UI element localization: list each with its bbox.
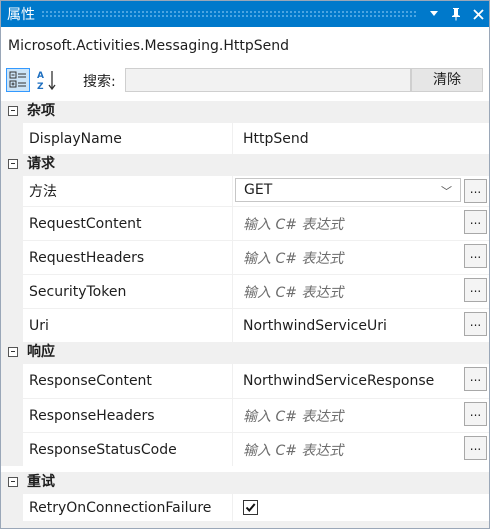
property-row-retryonconnectionfailure[interactable]: RetryOnConnectionFailure bbox=[23, 493, 489, 521]
categorized-view-icon[interactable] bbox=[6, 68, 30, 92]
property-row-displayname[interactable]: DisplayName HttpSend bbox=[23, 122, 489, 154]
property-name: ResponseStatusCode bbox=[23, 433, 233, 466]
category-request[interactable]: 请求 bbox=[1, 154, 489, 175]
expression-input[interactable]: 输入 C# 表达式 bbox=[234, 241, 489, 274]
expression-input[interactable]: 输入 C# 表达式 bbox=[234, 275, 489, 308]
collapse-icon[interactable] bbox=[8, 159, 18, 169]
ellipsis-button[interactable]: ... bbox=[464, 402, 487, 426]
category-label: 请求 bbox=[27, 156, 55, 172]
property-row-responseheaders[interactable]: ResponseHeaders 输入 C# 表达式 ... bbox=[23, 398, 489, 432]
checkmark-icon bbox=[245, 503, 256, 513]
ellipsis-button[interactable]: ... bbox=[464, 278, 487, 302]
property-grid: 杂项 DisplayName HttpSend 请求 方法 GET ﹀ ... … bbox=[1, 101, 489, 521]
ellipsis-button[interactable]: ... bbox=[464, 244, 487, 268]
category-response[interactable]: 响应 bbox=[1, 342, 489, 363]
category-retry[interactable]: 重试 bbox=[1, 472, 489, 493]
property-name: RetryOnConnectionFailure bbox=[23, 494, 233, 521]
ellipsis-button[interactable]: ... bbox=[464, 179, 487, 203]
property-row-securitytoken[interactable]: SecurityToken 输入 C# 表达式 ... bbox=[23, 274, 489, 308]
sort-alphabetical-icon[interactable]: A Z bbox=[35, 68, 59, 92]
ellipsis-button[interactable]: ... bbox=[464, 436, 487, 460]
properties-window: 属性 Microsoft.Activities.Messaging.HttpSe… bbox=[0, 0, 490, 529]
svg-text:Z: Z bbox=[37, 82, 44, 92]
property-name: ResponseHeaders bbox=[23, 399, 233, 432]
category-misc[interactable]: 杂项 bbox=[1, 101, 489, 122]
property-name: RequestHeaders bbox=[23, 241, 233, 274]
dropdown-icon[interactable] bbox=[423, 1, 445, 27]
title-bar[interactable]: 属性 bbox=[1, 1, 489, 27]
object-type-label: Microsoft.Activities.Messaging.HttpSend bbox=[8, 38, 289, 54]
pin-icon[interactable] bbox=[445, 1, 467, 27]
collapse-icon[interactable] bbox=[8, 477, 18, 487]
property-row-method[interactable]: 方法 GET ﹀ ... bbox=[23, 175, 489, 206]
method-select-value: GET bbox=[244, 182, 273, 198]
retry-checkbox[interactable] bbox=[243, 500, 258, 515]
close-icon[interactable] bbox=[467, 1, 489, 27]
property-name: SecurityToken bbox=[23, 275, 233, 308]
property-name: Uri bbox=[23, 309, 233, 342]
drag-grip[interactable] bbox=[41, 10, 417, 18]
property-row-responsestatuscode[interactable]: ResponseStatusCode 输入 C# 表达式 ... bbox=[23, 432, 489, 466]
property-row-uri[interactable]: Uri NorthwindServiceUri ... bbox=[23, 308, 489, 342]
method-select[interactable]: GET ﹀ bbox=[235, 178, 461, 202]
ellipsis-button[interactable]: ... bbox=[464, 367, 487, 391]
property-name: RequestContent bbox=[23, 207, 233, 240]
ellipsis-button[interactable]: ... bbox=[464, 312, 487, 336]
category-label: 杂项 bbox=[27, 103, 55, 119]
collapse-icon[interactable] bbox=[8, 347, 18, 357]
svg-text:A: A bbox=[37, 71, 44, 81]
category-label: 重试 bbox=[27, 474, 55, 490]
property-row-requestheaders[interactable]: RequestHeaders 输入 C# 表达式 ... bbox=[23, 240, 489, 274]
property-row-responsecontent[interactable]: ResponseContent NorthwindServiceResponse… bbox=[23, 363, 489, 398]
expression-input[interactable]: 输入 C# 表达式 bbox=[234, 399, 489, 432]
property-name: DisplayName bbox=[23, 123, 233, 154]
clear-button[interactable]: 清除 bbox=[411, 68, 483, 92]
toolbar: A Z 搜索: 清除 bbox=[1, 65, 489, 97]
category-label: 响应 bbox=[27, 344, 55, 360]
property-name: ResponseContent bbox=[23, 364, 233, 398]
expression-input[interactable]: NorthwindServiceResponse bbox=[234, 364, 489, 398]
expression-input[interactable]: 输入 C# 表达式 bbox=[234, 207, 489, 240]
property-row-requestcontent[interactable]: RequestContent 输入 C# 表达式 ... bbox=[23, 206, 489, 240]
property-value[interactable]: HttpSend bbox=[234, 123, 489, 154]
window-title: 属性 bbox=[7, 7, 35, 23]
expression-input[interactable]: NorthwindServiceUri bbox=[234, 309, 489, 342]
ellipsis-button[interactable]: ... bbox=[464, 210, 487, 234]
collapse-icon[interactable] bbox=[8, 106, 18, 116]
property-name: 方法 bbox=[23, 176, 233, 206]
search-input[interactable] bbox=[125, 68, 411, 92]
chevron-down-icon[interactable]: ﹀ bbox=[441, 183, 452, 199]
expression-input[interactable]: 输入 C# 表达式 bbox=[234, 433, 489, 466]
search-label: 搜索: bbox=[83, 74, 116, 90]
